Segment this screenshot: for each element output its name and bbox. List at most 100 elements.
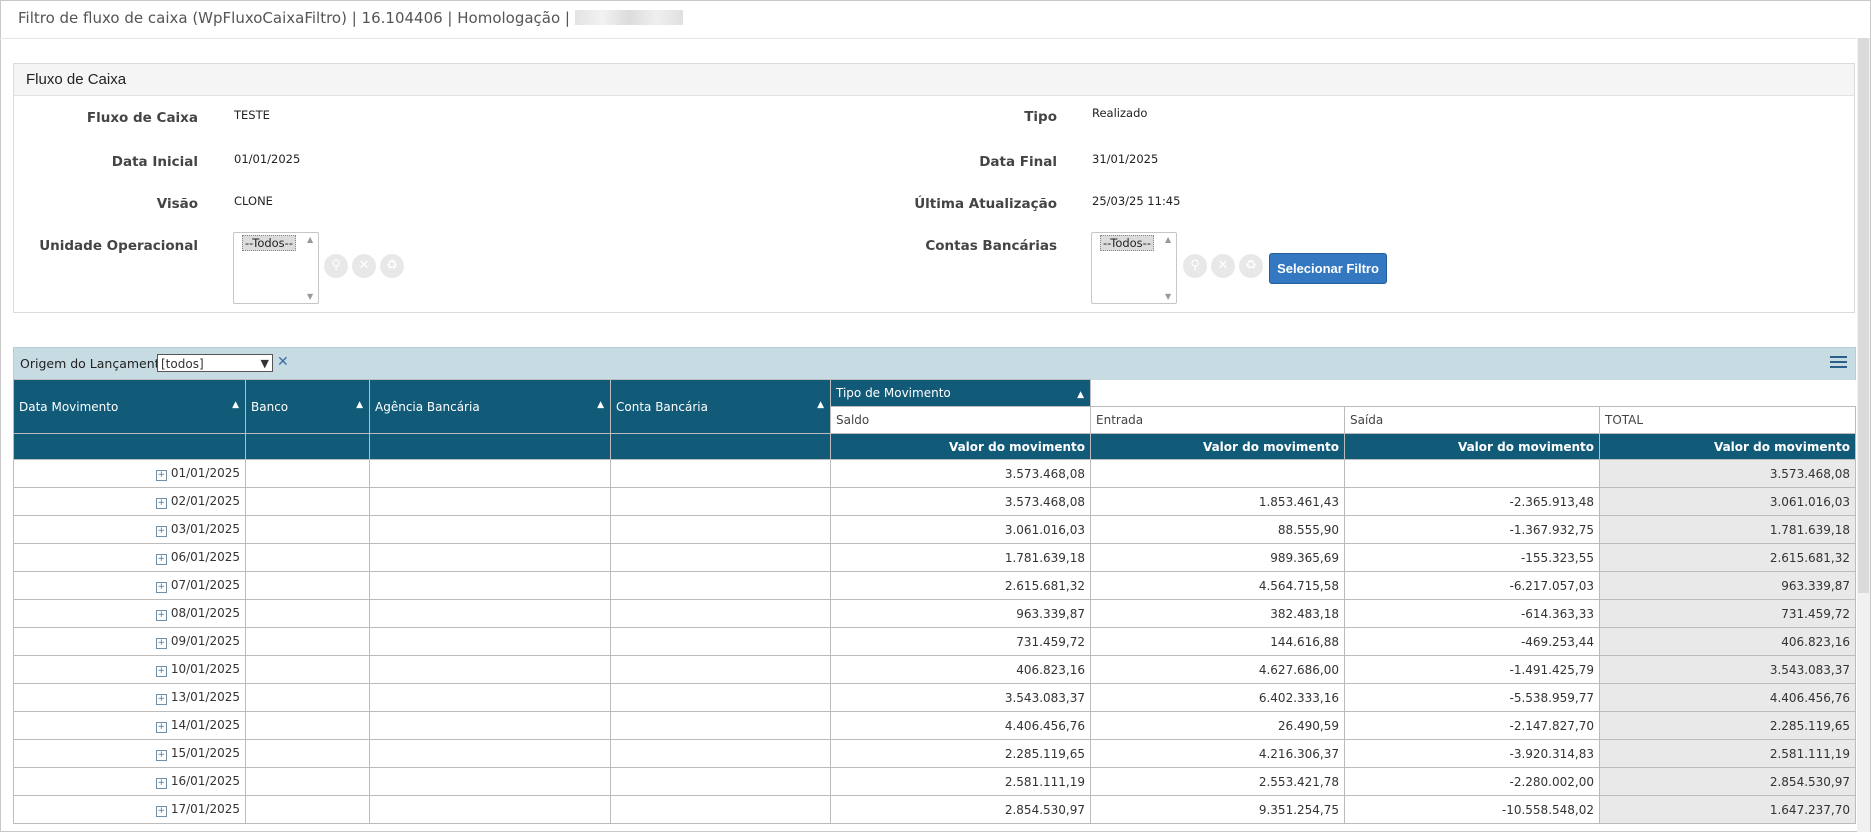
expand-plus-icon[interactable]: + xyxy=(155,554,167,565)
sort-asc-icon[interactable]: ▲ xyxy=(1077,390,1084,400)
origem-selected-value: [todos] xyxy=(161,357,204,371)
header-fill xyxy=(245,433,370,460)
selecionar-filtro-button[interactable]: Selecionar Filtro xyxy=(1269,253,1387,284)
contas-option-todos[interactable]: --Todos-- xyxy=(1100,235,1154,251)
col-tipo-movimento-label: Tipo de Movimento xyxy=(836,386,951,400)
unidade-listbox[interactable]: --Todos-- ▲ ▼ xyxy=(233,232,319,304)
table-row[interactable]: +15/01/2025 2.285.119,65 4.216.306,37 -3.92… xyxy=(13,739,1856,768)
data-final-value: 31/01/2025 xyxy=(1092,152,1159,166)
row-date: 07/01/2025 xyxy=(170,578,240,592)
cell-agencia xyxy=(369,683,611,712)
expand-plus-icon[interactable]: + xyxy=(155,750,167,761)
chevron-down-icon[interactable]: ▼ xyxy=(261,355,269,373)
contas-listbox[interactable]: --Todos-- ▲ ▼ xyxy=(1091,232,1177,304)
cell-total: 963.339,87 xyxy=(1599,571,1856,600)
col-total[interactable]: TOTAL xyxy=(1599,406,1856,434)
expand-plus-icon[interactable]: + xyxy=(155,638,167,649)
table-row[interactable]: +10/01/2025 406.823,16 4.627.686,00 -1.491.… xyxy=(13,655,1856,684)
expand-plus-icon[interactable]: + xyxy=(155,722,167,733)
expand-plus-icon[interactable]: + xyxy=(155,610,167,621)
cell-entrada: 989.365,69 xyxy=(1090,543,1345,572)
cell-banco xyxy=(245,795,370,824)
cell-total: 4.406.456,76 xyxy=(1599,683,1856,712)
expand-plus-icon[interactable]: + xyxy=(155,666,167,677)
col-saldo[interactable]: Saldo xyxy=(830,406,1091,434)
tipo-label: Tipo xyxy=(1024,109,1057,125)
col-data-movimento-label: Data Movimento xyxy=(19,399,119,414)
unidade-reset-icon[interactable]: ♻ xyxy=(380,254,404,278)
table-row[interactable]: +14/01/2025 4.406.456,76 26.490,59 -2.147.8… xyxy=(13,711,1856,740)
listbox-scrollbar[interactable]: ▲ ▼ xyxy=(304,233,318,303)
ultima-value: 25/03/25 11:45 xyxy=(1092,194,1181,208)
sort-asc-icon[interactable]: ▲ xyxy=(232,400,239,410)
cell-entrada: 26.490,59 xyxy=(1090,711,1345,740)
col-entrada[interactable]: Entrada xyxy=(1090,406,1345,434)
data-inicial-label: Data Inicial xyxy=(111,154,198,170)
col-banco[interactable]: Banco ▲ xyxy=(245,379,370,434)
col-tipo-movimento[interactable]: Tipo de Movimento ▲ xyxy=(830,379,1091,407)
cell-conta xyxy=(610,487,831,516)
unidade-option-todos[interactable]: --Todos-- xyxy=(242,235,296,251)
table-row[interactable]: +17/01/2025 2.854.530,97 9.351.254,75 -10.5… xyxy=(13,795,1856,824)
cell-conta xyxy=(610,543,831,572)
sort-asc-icon[interactable]: ▲ xyxy=(817,400,824,410)
valor-header-saldo: Valor do movimento xyxy=(830,433,1091,460)
cell-entrada: 88.555,90 xyxy=(1090,515,1345,544)
expand-plus-icon[interactable]: + xyxy=(155,582,167,593)
scroll-up-icon[interactable]: ▲ xyxy=(1165,235,1171,244)
cell-agencia xyxy=(369,459,611,488)
hamburger-menu-icon[interactable] xyxy=(1830,356,1847,371)
row-date: 14/01/2025 xyxy=(170,718,240,732)
scroll-down-icon[interactable]: ▼ xyxy=(1165,292,1171,301)
expand-plus-icon[interactable]: + xyxy=(155,526,167,537)
contas-clear-icon[interactable]: ✕ xyxy=(1211,254,1235,278)
table-row[interactable]: +16/01/2025 2.581.111,19 2.553.421,78 -2.28… xyxy=(13,767,1856,796)
col-agencia[interactable]: Agência Bancária ▲ xyxy=(369,379,611,434)
expand-plus-icon[interactable]: + xyxy=(155,470,167,481)
table-row[interactable]: +13/01/2025 3.543.083,37 6.402.333,16 -5.53… xyxy=(13,683,1856,712)
cell-date: +15/01/2025 xyxy=(13,739,246,768)
table-row[interactable]: +07/01/2025 2.615.681,32 4.564.715,58 -6.21… xyxy=(13,571,1856,600)
expand-plus-icon[interactable]: + xyxy=(155,778,167,789)
table-row[interactable]: +03/01/2025 3.061.016,03 88.555,90 -1.367.9… xyxy=(13,515,1856,544)
cell-agencia xyxy=(369,627,611,656)
cell-agencia xyxy=(369,767,611,796)
expand-plus-icon[interactable]: + xyxy=(155,694,167,705)
contas-reset-icon[interactable]: ♻ xyxy=(1239,254,1263,278)
contas-search-icon[interactable]: ⚲ xyxy=(1183,254,1207,278)
table-row[interactable]: +06/01/2025 1.781.639,18 989.365,69 -155.32… xyxy=(13,543,1856,572)
expand-plus-icon[interactable]: + xyxy=(155,498,167,509)
unidade-search-icon[interactable]: ⚲ xyxy=(324,254,348,278)
origem-clear-icon[interactable]: ✕ xyxy=(277,354,289,370)
scrollbar-thumb[interactable] xyxy=(1858,38,1869,593)
cell-saida: -10.558.548,02 xyxy=(1344,795,1600,824)
table-row[interactable]: +02/01/2025 3.573.468,08 1.853.461,43 -2.36… xyxy=(13,487,1856,516)
row-date: 17/01/2025 xyxy=(170,802,240,816)
cell-conta xyxy=(610,767,831,796)
unidade-label: Unidade Operacional xyxy=(39,238,198,254)
scroll-down-icon[interactable]: ▼ xyxy=(307,292,313,301)
table-row[interactable]: +01/01/2025 3.573.468,08 3.573.468,08 xyxy=(13,459,1856,488)
listbox-scrollbar[interactable]: ▲ ▼ xyxy=(1162,233,1176,303)
cell-agencia xyxy=(369,515,611,544)
table-row[interactable]: +09/01/2025 731.459,72 144.616,88 -469.253,… xyxy=(13,627,1856,656)
row-date: 03/01/2025 xyxy=(170,522,240,536)
col-data-movimento[interactable]: Data Movimento ▲ xyxy=(13,379,246,434)
row-date: 01/01/2025 xyxy=(170,466,240,480)
cell-conta xyxy=(610,571,831,600)
row-date: 06/01/2025 xyxy=(170,550,240,564)
header-fill xyxy=(369,433,611,460)
sort-asc-icon[interactable]: ▲ xyxy=(356,400,363,410)
header-fill xyxy=(13,433,246,460)
cell-total: 1.781.639,18 xyxy=(1599,515,1856,544)
unidade-clear-icon[interactable]: ✕ xyxy=(352,254,376,278)
col-conta[interactable]: Conta Bancária ▲ xyxy=(610,379,831,434)
col-saida[interactable]: Saída xyxy=(1344,406,1600,434)
scroll-up-icon[interactable]: ▲ xyxy=(307,235,313,244)
page-scrollbar[interactable] xyxy=(1857,38,1870,832)
origem-select[interactable]: [todos] ▼ xyxy=(157,354,273,372)
cell-saida xyxy=(1344,459,1600,488)
sort-asc-icon[interactable]: ▲ xyxy=(597,400,604,410)
expand-plus-icon[interactable]: + xyxy=(155,806,167,817)
table-row[interactable]: +08/01/2025 963.339,87 382.483,18 -614.363,… xyxy=(13,599,1856,628)
